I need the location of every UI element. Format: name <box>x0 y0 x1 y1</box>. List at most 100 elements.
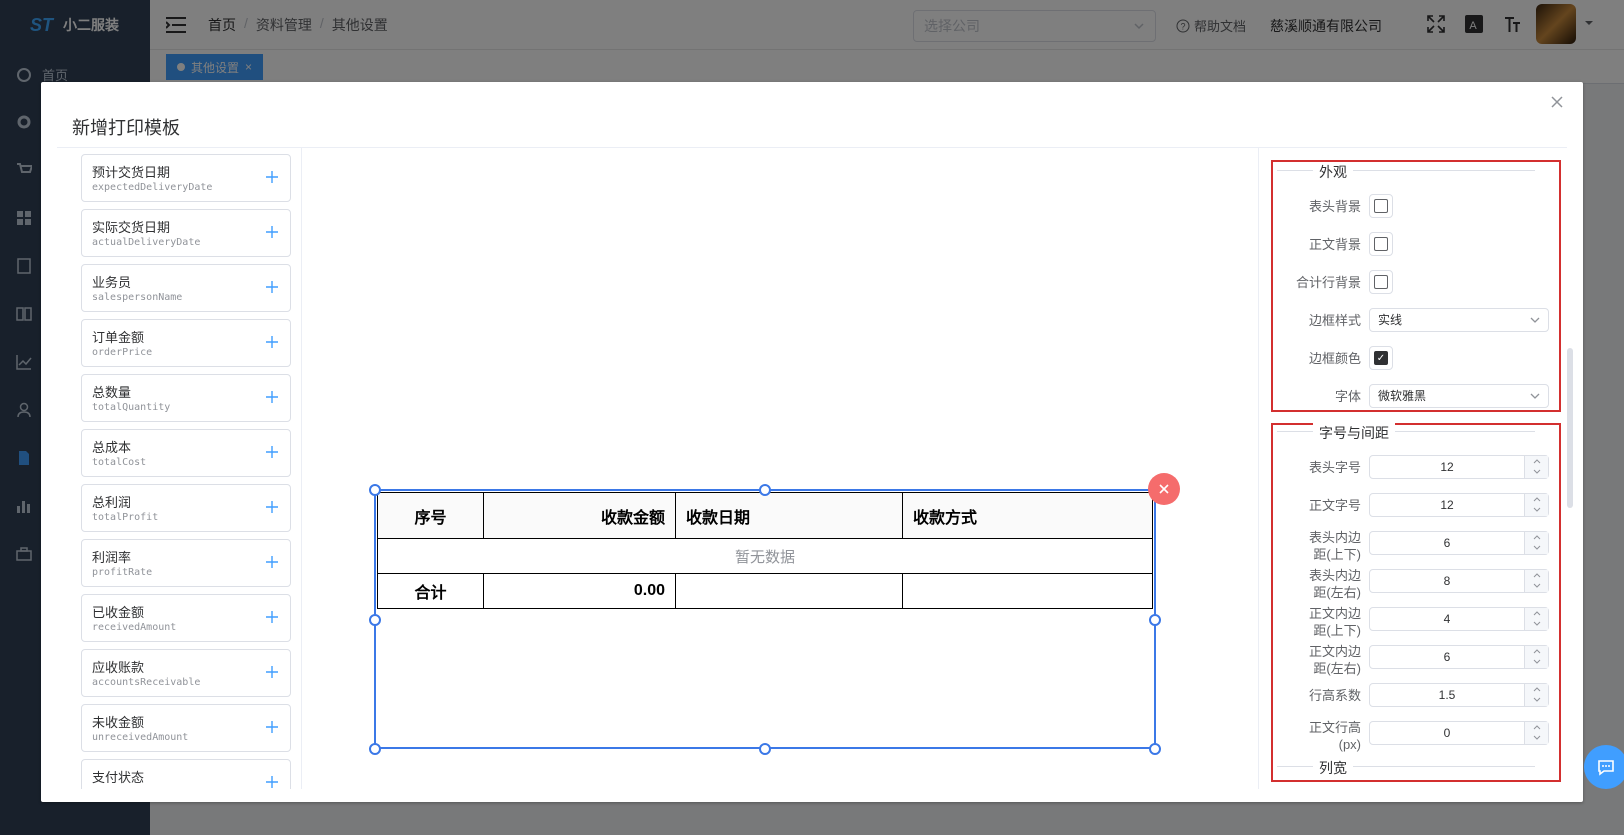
chevron-down-icon <box>1530 317 1540 323</box>
chevron-down-icon[interactable] <box>1532 657 1542 667</box>
plus-icon[interactable] <box>264 499 280 515</box>
chevron-up-icon[interactable] <box>1532 532 1542 542</box>
chevron-up-icon[interactable] <box>1532 684 1542 694</box>
field-key: actualDeliveryDate <box>92 237 201 248</box>
field-item[interactable]: 利润率 profitRate <box>81 539 291 587</box>
header-pad-h-row: 表头内边距(左右) 8 <box>1273 565 1563 600</box>
field-label: 总数量 <box>92 385 132 400</box>
plus-icon[interactable] <box>264 554 280 570</box>
chat-button[interactable] <box>1584 745 1624 789</box>
plus-icon[interactable] <box>264 719 280 735</box>
font-select[interactable]: 微软雅黑 <box>1369 384 1549 408</box>
chevron-down-icon[interactable] <box>1532 467 1542 477</box>
body-bg-row: 正文背景 <box>1273 228 1563 260</box>
field-key: receivedAmount <box>92 622 177 633</box>
header-font-input[interactable]: 12 <box>1369 455 1549 479</box>
chevron-up-icon[interactable] <box>1532 646 1542 656</box>
field-item[interactable]: 订单金额 orderPrice <box>81 319 291 367</box>
stepper <box>1524 456 1548 478</box>
chevron-down-icon[interactable] <box>1532 581 1542 591</box>
group-title: 列宽 <box>1313 758 1353 778</box>
plus-icon[interactable] <box>264 389 280 405</box>
total-bg-row: 合计行背景 <box>1273 266 1563 298</box>
chevron-down-icon[interactable] <box>1532 619 1542 629</box>
plus-icon[interactable] <box>264 444 280 460</box>
body-pad-h-input[interactable]: 6 <box>1369 645 1549 669</box>
body-pad-v-row: 正文内边距(上下) 4 <box>1273 603 1563 638</box>
group-title: 字号与间距 <box>1313 423 1395 443</box>
stepper <box>1524 684 1548 706</box>
input-value: 8 <box>1443 574 1451 588</box>
field-item[interactable]: 支付状态 <box>81 759 291 789</box>
field-item[interactable]: 实际交货日期 actualDeliveryDate <box>81 209 291 257</box>
body-row-height-row: 正文行高(px) 0 <box>1273 717 1563 752</box>
field-item[interactable]: 应收账款 accountsReceivable <box>81 649 291 697</box>
field-key: totalQuantity <box>92 402 171 413</box>
resize-handle[interactable] <box>1149 614 1161 626</box>
field-item[interactable]: 总利润 totalProfit <box>81 484 291 532</box>
close-icon[interactable] <box>1549 94 1565 110</box>
plus-icon[interactable] <box>264 224 280 240</box>
line-height-row: 行高系数 1.5 <box>1273 679 1563 711</box>
plus-icon[interactable] <box>264 169 280 185</box>
border-style-select[interactable]: 实线 <box>1369 308 1549 332</box>
plus-icon[interactable] <box>264 664 280 680</box>
body-pad-v-input[interactable]: 4 <box>1369 607 1549 631</box>
field-item[interactable]: 未收金额 unreceivedAmount <box>81 704 291 752</box>
header-bg-row: 表头背景 <box>1273 190 1563 222</box>
field-item[interactable]: 预计交货日期 expectedDeliveryDate <box>81 154 291 202</box>
field-label: 业务员 <box>92 275 132 290</box>
line-height-input[interactable]: 1.5 <box>1369 683 1549 707</box>
plus-icon[interactable] <box>264 279 280 295</box>
summary-cell: 合计 <box>377 573 484 609</box>
plus-icon[interactable] <box>264 774 280 789</box>
field-label: 合计行背景 <box>1295 275 1361 290</box>
chevron-down-icon[interactable] <box>1532 505 1542 515</box>
chevron-up-icon[interactable] <box>1532 722 1542 732</box>
field-label: 表头字号 <box>1308 460 1361 475</box>
chevron-up-icon[interactable] <box>1532 570 1542 580</box>
body-row-height-input[interactable]: 0 <box>1369 721 1549 745</box>
input-value: 0 <box>1443 726 1451 740</box>
resize-handle[interactable] <box>759 484 771 496</box>
chevron-down-icon[interactable] <box>1532 733 1542 743</box>
property-scrollbar[interactable] <box>1567 348 1573 508</box>
field-list[interactable]: 预计交货日期 expectedDeliveryDate 实际交货日期 actualDe… <box>57 148 302 789</box>
total-bg-checkbox[interactable] <box>1369 270 1393 294</box>
chevron-up-icon[interactable] <box>1532 456 1542 466</box>
field-label: 正文内边距(左右) <box>1308 644 1361 676</box>
table-header-cell: 收款金额 <box>483 492 676 539</box>
field-label: 表头内边距(左右) <box>1308 568 1361 600</box>
header-bg-checkbox[interactable] <box>1369 194 1393 218</box>
resize-handle[interactable] <box>369 484 381 496</box>
stepper <box>1524 608 1548 630</box>
body-font-input[interactable]: 12 <box>1369 493 1549 517</box>
delete-element-button[interactable] <box>1148 473 1180 505</box>
font-row: 字体 微软雅黑 <box>1273 380 1563 412</box>
resize-handle[interactable] <box>1149 743 1161 755</box>
header-pad-h-input[interactable]: 8 <box>1369 569 1549 593</box>
chevron-down-icon <box>1530 393 1540 399</box>
body-bg-checkbox[interactable] <box>1369 232 1393 256</box>
input-value: 4 <box>1443 612 1451 626</box>
resize-handle[interactable] <box>369 743 381 755</box>
field-item[interactable]: 总数量 totalQuantity <box>81 374 291 422</box>
chevron-up-icon[interactable] <box>1532 608 1542 618</box>
chevron-up-icon[interactable] <box>1532 494 1542 504</box>
field-item[interactable]: 总成本 totalCost <box>81 429 291 477</box>
border-color-picker[interactable]: ✓ <box>1369 346 1393 370</box>
field-item[interactable]: 已收金额 receivedAmount <box>81 594 291 642</box>
plus-icon[interactable] <box>264 334 280 350</box>
resize-handle[interactable] <box>759 743 771 755</box>
body-font-row: 正文字号 12 <box>1273 489 1563 521</box>
payment-table[interactable]: 序号 收款金额 收款日期 收款方式 暂无数据 合计 0.00 <box>377 492 1153 609</box>
chevron-down-icon[interactable] <box>1532 695 1542 705</box>
header-pad-v-input[interactable]: 6 <box>1369 531 1549 555</box>
design-canvas[interactable]: 序号 收款金额 收款日期 收款方式 暂无数据 合计 0.00 <box>302 148 1258 789</box>
input-value: 1.5 <box>1438 688 1456 702</box>
chevron-down-icon[interactable] <box>1532 543 1542 553</box>
plus-icon[interactable] <box>264 609 280 625</box>
field-item[interactable]: 业务员 salespersonName <box>81 264 291 312</box>
resize-handle[interactable] <box>369 614 381 626</box>
stepper <box>1524 722 1548 744</box>
